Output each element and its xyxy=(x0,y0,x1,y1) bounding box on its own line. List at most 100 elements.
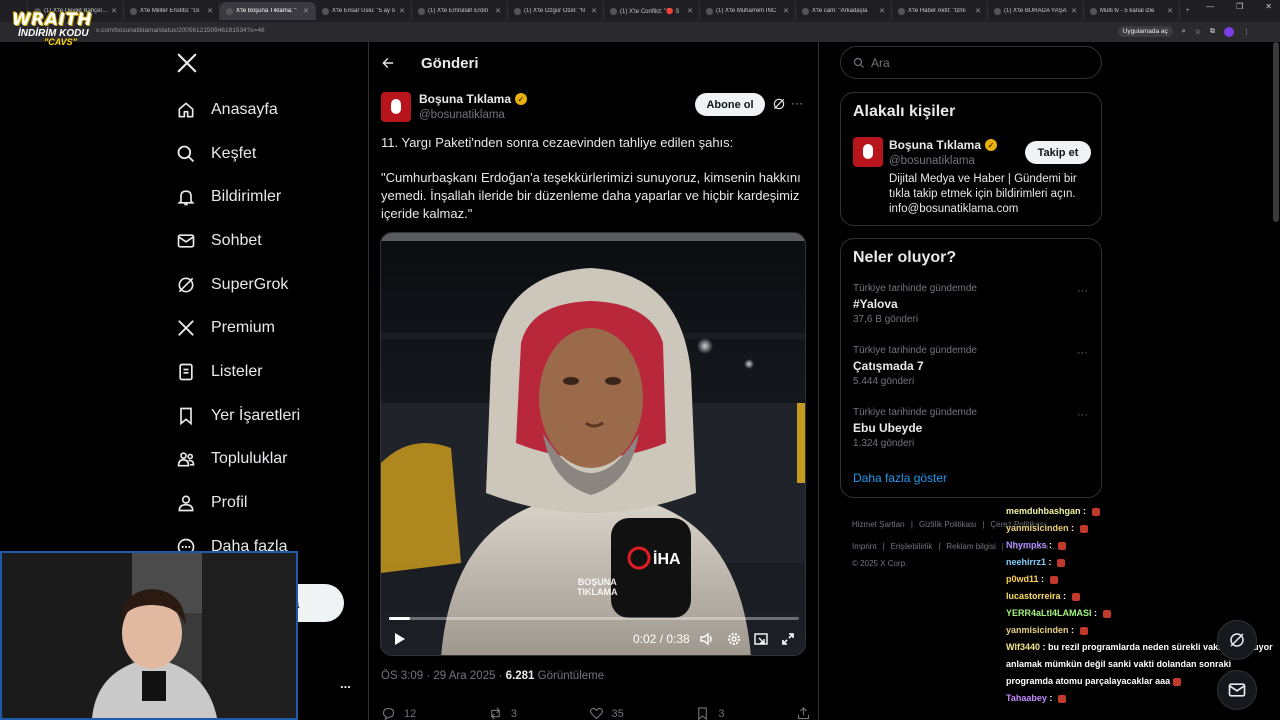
fullscreen-icon[interactable] xyxy=(780,631,796,647)
browser-tab[interactable]: X'te Boşuna Tıklama: " ✕ xyxy=(220,2,316,20)
follow-button[interactable]: Takip et xyxy=(1025,141,1091,164)
trend-item[interactable]: Türkiye tarihinde gündemde #Yalova 37,6 B … xyxy=(853,283,977,325)
messages-fab[interactable] xyxy=(1217,670,1257,710)
nav-item-profil[interactable]: Profil xyxy=(172,481,300,525)
tab-close-icon[interactable]: ✕ xyxy=(399,7,405,15)
nav-item-supergrok[interactable]: SuperGrok xyxy=(172,263,300,307)
trend-item[interactable]: Türkiye tarihinde gündemde Çatışmada 7 5.4… xyxy=(853,345,977,387)
repost-button[interactable]: 3 xyxy=(488,706,517,720)
grok-icon[interactable] xyxy=(772,97,786,111)
tab-close-icon[interactable]: ✕ xyxy=(591,7,597,15)
footer-link[interactable]: Erişilebilirlik xyxy=(891,542,933,551)
profile-avatar[interactable] xyxy=(1224,26,1234,37)
trend-item[interactable]: Türkiye tarihinde gündemde Ebu Ubeyde 1.32… xyxy=(853,407,977,449)
browser-tab[interactable]: (1) X'te Özgür Özel: "N ✕ xyxy=(508,2,604,20)
tab-favicon-icon xyxy=(514,7,521,15)
trend-more-icon[interactable]: ··· xyxy=(1077,409,1088,421)
related-handle[interactable]: @bosunatiklama xyxy=(889,155,975,167)
volume-icon[interactable] xyxy=(699,631,715,647)
nav-item-anasayfa[interactable]: Anasayfa xyxy=(172,88,300,132)
author-avatar[interactable] xyxy=(381,92,411,122)
tab-close-icon[interactable]: ✕ xyxy=(303,7,309,15)
trend-more-icon[interactable]: ··· xyxy=(1077,347,1088,359)
search-input[interactable]: Ara xyxy=(840,46,1102,79)
tab-close-icon[interactable]: ✕ xyxy=(975,7,981,15)
browser-tab[interactable]: (1) X'te Conflict: "🔴 S ✕ xyxy=(604,2,700,20)
author-handle[interactable]: @bosunatiklama xyxy=(419,109,527,121)
nav-item-sohbet[interactable]: Sohbet xyxy=(172,219,300,263)
tab-close-icon[interactable]: ✕ xyxy=(207,7,213,15)
close-window-button[interactable]: ✕ xyxy=(1265,2,1272,11)
author-name[interactable]: Boşuna Tıklama xyxy=(419,92,511,106)
nav-item-bildirimler[interactable]: Bildirimler xyxy=(172,175,300,219)
picture-in-picture-icon[interactable] xyxy=(753,631,769,647)
tab-close-icon[interactable]: ✕ xyxy=(783,7,789,15)
more-options-icon[interactable]: ··· xyxy=(791,96,803,110)
browser-tab[interactable]: (1) X'te Emrullah Erdin ✕ xyxy=(412,2,508,20)
chat-username[interactable]: p0wd11 xyxy=(1006,574,1039,584)
tab-close-icon[interactable]: ✕ xyxy=(1167,7,1173,15)
tab-close-icon[interactable]: ✕ xyxy=(495,7,501,15)
tab-close-icon[interactable]: ✕ xyxy=(111,7,117,15)
nav-item-ke-fet[interactable]: Keşfet xyxy=(172,132,300,176)
chat-username[interactable]: memduhbashgan xyxy=(1006,506,1081,516)
chat-username[interactable]: Nhympks xyxy=(1006,540,1047,550)
browser-tab[interactable]: (1) X'te BURADA YAŞA ✕ xyxy=(988,2,1084,20)
open-in-app-button[interactable]: Uygulamada aç xyxy=(1117,26,1173,37)
new-tab-button[interactable]: + xyxy=(1180,2,1198,20)
bookmark-button[interactable]: 3 xyxy=(695,706,724,720)
browser-tab[interactable]: (1) X'te Muharrem İNC ✕ xyxy=(700,2,796,20)
chat-username[interactable]: Wlf3440 xyxy=(1006,642,1040,652)
grok-fab[interactable] xyxy=(1217,620,1257,660)
nav-item-premium[interactable]: Premium xyxy=(172,306,300,350)
browser-tab[interactable]: X'te Militer Enstitü: "Gi ✕ xyxy=(124,2,220,20)
maximize-button[interactable]: ❐ xyxy=(1236,2,1243,11)
extensions-icon[interactable]: ⧉ xyxy=(1210,28,1215,36)
tab-title: Multi tv - 5 kanal izle xyxy=(1100,8,1155,14)
chat-username[interactable]: yanmisicinden xyxy=(1006,625,1069,635)
nav-item-topluluklar[interactable]: Topluluklar xyxy=(172,438,300,482)
trend-more-icon[interactable]: ··· xyxy=(1077,285,1088,297)
chat-username[interactable]: lucastorreira xyxy=(1006,591,1061,601)
browser-tab[interactable]: X'te cam: "Arkadaşla ✕ xyxy=(796,2,892,20)
zoom-icon[interactable]: ⌕ xyxy=(1182,28,1186,36)
like-button[interactable]: 35 xyxy=(589,706,624,720)
show-more-link[interactable]: Daha fazla göster xyxy=(853,471,947,485)
nav-item-yer-i-aretleri[interactable]: Yer İşaretleri xyxy=(172,394,300,438)
tab-close-icon[interactable]: ✕ xyxy=(879,7,885,15)
nav-item-listeler[interactable]: Listeler xyxy=(172,350,300,394)
video-player[interactable]: İHA BOŞUNA TIKLAMA 0:02 / 0:38 xyxy=(380,232,806,656)
browser-tab[interactable]: X'te Ensar Uslu: "5 ay ö ✕ xyxy=(316,2,412,20)
related-name[interactable]: Boşuna Tıklama xyxy=(889,138,981,152)
footer-link[interactable]: Hizmet Şartları xyxy=(852,520,905,529)
page-scrollbar[interactable] xyxy=(1273,42,1279,222)
browser-tab[interactable]: X'te Haber Aktif: "İzmi ✕ xyxy=(892,2,988,20)
browser-tab[interactable]: Multi tv - 5 kanal izle ✕ xyxy=(1084,2,1180,20)
chat-username[interactable]: neehirrz1 xyxy=(1006,557,1046,567)
x-logo-icon[interactable] xyxy=(176,52,198,74)
footer-link[interactable]: Imprint xyxy=(852,542,876,551)
minimize-button[interactable]: — xyxy=(1206,2,1214,11)
url-field[interactable]: x.com/bosunatiklama/status/2005612150946… xyxy=(96,27,265,34)
chat-username[interactable]: YERR4aLtI4LAMASI xyxy=(1006,608,1092,618)
footer-link[interactable]: Gizlilik Politikası xyxy=(919,520,976,529)
settings-gear-icon[interactable] xyxy=(726,631,742,647)
related-avatar[interactable] xyxy=(853,137,883,167)
back-arrow-icon[interactable] xyxy=(381,56,395,70)
tab-close-icon[interactable]: ✕ xyxy=(687,7,693,15)
chat-username[interactable]: yanmisicinden xyxy=(1006,523,1069,533)
footer-link[interactable]: Reklam bilgisi xyxy=(946,542,995,551)
reply-button[interactable]: 12 xyxy=(381,706,416,720)
post-author[interactable]: Boşuna Tıklama ✓ @bosunatiklama xyxy=(381,92,528,122)
tab-close-icon[interactable]: ✕ xyxy=(1071,7,1077,15)
share-button[interactable] xyxy=(796,706,811,720)
chat-username[interactable]: Tahaabey xyxy=(1006,693,1047,703)
star-icon[interactable]: ☆ xyxy=(1195,28,1201,36)
subscribe-button[interactable]: Abone ol xyxy=(695,93,765,116)
tab-favicon-icon xyxy=(1090,7,1097,15)
post-timestamp[interactable]: ÖS 3:09 · 29 Ara 2025 · xyxy=(381,670,506,682)
play-icon[interactable] xyxy=(391,631,407,647)
account-more-icon[interactable]: ... xyxy=(340,676,351,691)
video-progress-bar[interactable] xyxy=(389,617,799,620)
browser-menu-icon[interactable]: ⋮ xyxy=(1243,28,1250,36)
